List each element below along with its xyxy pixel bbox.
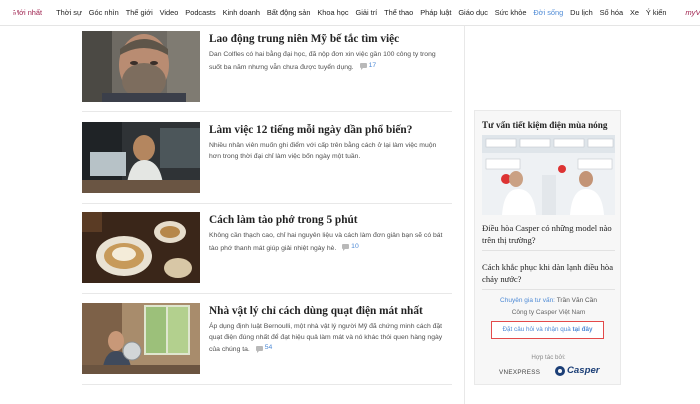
nav-item-podcasts[interactable]: Podcasts bbox=[185, 8, 215, 17]
nav-item-giao-duc[interactable]: Giáo dục bbox=[458, 8, 488, 17]
partner-label: Hợp tác bởi: bbox=[531, 354, 566, 361]
comment-count[interactable]: 54 bbox=[255, 343, 273, 354]
comment-count-value: 54 bbox=[264, 344, 273, 351]
casper-logo[interactable]: Casper bbox=[555, 365, 600, 376]
article-description: Áp dụng định luật Bernoulli, một nhà vật… bbox=[209, 322, 449, 355]
expert-info: Chuyên gia tư vấn: Trần Văn Cần bbox=[475, 297, 622, 304]
article-description: Nhiều nhân viên muốn ghi điểm với cấp tr… bbox=[209, 141, 449, 162]
ask-question-link[interactable]: tại đây bbox=[573, 326, 593, 333]
vnexpress-logo[interactable]: VNEXPRESS bbox=[499, 367, 540, 378]
comment-icon bbox=[359, 63, 367, 71]
ask-question-button[interactable]: Đặt câu hỏi và nhận quà tại đây bbox=[491, 321, 604, 339]
article-description: Không cần thạch cao, chỉ hai nguyên liệu… bbox=[209, 231, 449, 254]
myvne-link[interactable]: myVnE bbox=[685, 8, 700, 17]
article-item: Lao động trung niên Mỹ bế tắc tìm việc D… bbox=[82, 31, 452, 109]
vnexpress-logo-text: VNEXPRESS bbox=[499, 369, 541, 376]
article-title[interactable]: Lao động trung niên Mỹ bế tắc tìm việc bbox=[209, 32, 454, 46]
article-thumbnail[interactable] bbox=[82, 212, 200, 283]
article-description-text: Nhiều nhân viên muốn ghi điểm với cấp tr… bbox=[209, 142, 437, 160]
casper-logo-icon bbox=[555, 365, 565, 376]
nav-item-thoi-su[interactable]: Thời sự bbox=[56, 8, 82, 17]
comment-count-value: 10 bbox=[351, 242, 359, 250]
expert-company: Công ty Casper Việt Nam bbox=[511, 309, 586, 316]
nav-item-suc-khoe[interactable]: Sức khỏe bbox=[495, 8, 527, 17]
comment-icon bbox=[342, 244, 350, 252]
article-item: Làm việc 12 tiếng mỗi ngày dần phổ biến?… bbox=[82, 122, 452, 200]
ask-question-text: Đặt câu hỏi và nhận quà bbox=[502, 326, 571, 333]
nav-latest-link[interactable]: Mới nhất bbox=[13, 8, 42, 17]
casper-logo-text: Casper bbox=[567, 365, 600, 376]
sidebar-image[interactable] bbox=[482, 135, 615, 215]
article-divider bbox=[82, 111, 452, 112]
comment-icon bbox=[255, 345, 263, 353]
article-title[interactable]: Nhà vật lý chỉ cách dùng quạt điện mát n… bbox=[209, 304, 454, 318]
nav-item-xe[interactable]: Xe bbox=[630, 8, 639, 17]
article-description-text: Không cần thạch cao, chỉ hai nguyên liệu… bbox=[209, 232, 443, 252]
article-title[interactable]: Làm việc 12 tiếng mỗi ngày dần phổ biến? bbox=[209, 123, 454, 137]
sidebar-divider bbox=[482, 289, 615, 290]
article-thumbnail[interactable] bbox=[82, 303, 200, 374]
comment-count[interactable]: 10 bbox=[342, 242, 359, 253]
article-description-text: Áp dụng định luật Bernoulli, một nhà vật… bbox=[209, 323, 443, 353]
article-item: Nhà vật lý chỉ cách dùng quạt điện mát n… bbox=[82, 303, 452, 381]
column-divider bbox=[464, 26, 465, 404]
sidebar-divider bbox=[482, 250, 615, 251]
article-divider bbox=[82, 384, 452, 385]
expert-label: Chuyên gia tư vấn: bbox=[500, 297, 555, 304]
article-title[interactable]: Cách làm tào phớ trong 5 phút bbox=[209, 213, 454, 227]
nav-item-giai-tri[interactable]: Giải trí bbox=[355, 8, 377, 17]
nav-item-the-gioi[interactable]: Thế giới bbox=[126, 8, 153, 17]
nav-item-so-hoa[interactable]: Số hóa bbox=[600, 8, 623, 17]
nav-item-du-lich[interactable]: Du lịch bbox=[570, 8, 593, 17]
nav-item-y-kien[interactable]: Ý kiến bbox=[646, 8, 667, 17]
sidebar-question-2[interactable]: Cách khắc phục khi dàn lạnh điều hòa chả… bbox=[482, 261, 615, 285]
article-description-text: Dan Colfles có hai bằng đại học, đã nộp … bbox=[209, 51, 436, 71]
nav-item-doi-song[interactable]: Đời sống bbox=[533, 8, 563, 17]
advice-sidebar: Tư vấn tiết kiệm điện mùa nóng Điều hòa … bbox=[474, 110, 621, 385]
comment-count[interactable]: 17 bbox=[359, 61, 377, 72]
expert-name: Trần Văn Cần bbox=[556, 297, 597, 304]
nav-item-video[interactable]: Video bbox=[160, 8, 179, 17]
nav-item-phap-luat[interactable]: Pháp luật bbox=[420, 8, 451, 17]
top-navigation: Mới nhất Thời sự Góc nhìn Thế giới Video… bbox=[0, 0, 700, 26]
nav-item-khoa-hoc[interactable]: Khoa học bbox=[317, 8, 348, 17]
nav-item-goc-nhin[interactable]: Góc nhìn bbox=[89, 8, 119, 17]
comment-count-value: 17 bbox=[368, 61, 377, 69]
article-thumbnail[interactable] bbox=[82, 122, 200, 193]
nav-item-the-thao[interactable]: Thể thao bbox=[384, 8, 413, 17]
article-description: Dan Colfles có hai bằng đại học, đã nộp … bbox=[209, 50, 449, 73]
article-item: Cách làm tào phớ trong 5 phút Không cần … bbox=[82, 212, 452, 290]
nav-item-kinh-doanh[interactable]: Kinh doanh bbox=[223, 8, 260, 17]
sidebar-title[interactable]: Tư vấn tiết kiệm điện mùa nóng bbox=[482, 120, 607, 130]
nav-item-bat-dong-san[interactable]: Bất động sản bbox=[267, 8, 311, 17]
article-thumbnail[interactable] bbox=[82, 31, 200, 102]
sidebar-question-1[interactable]: Điều hòa Casper có những model nào trên … bbox=[482, 222, 615, 246]
article-divider bbox=[82, 293, 452, 294]
article-divider bbox=[82, 203, 452, 204]
